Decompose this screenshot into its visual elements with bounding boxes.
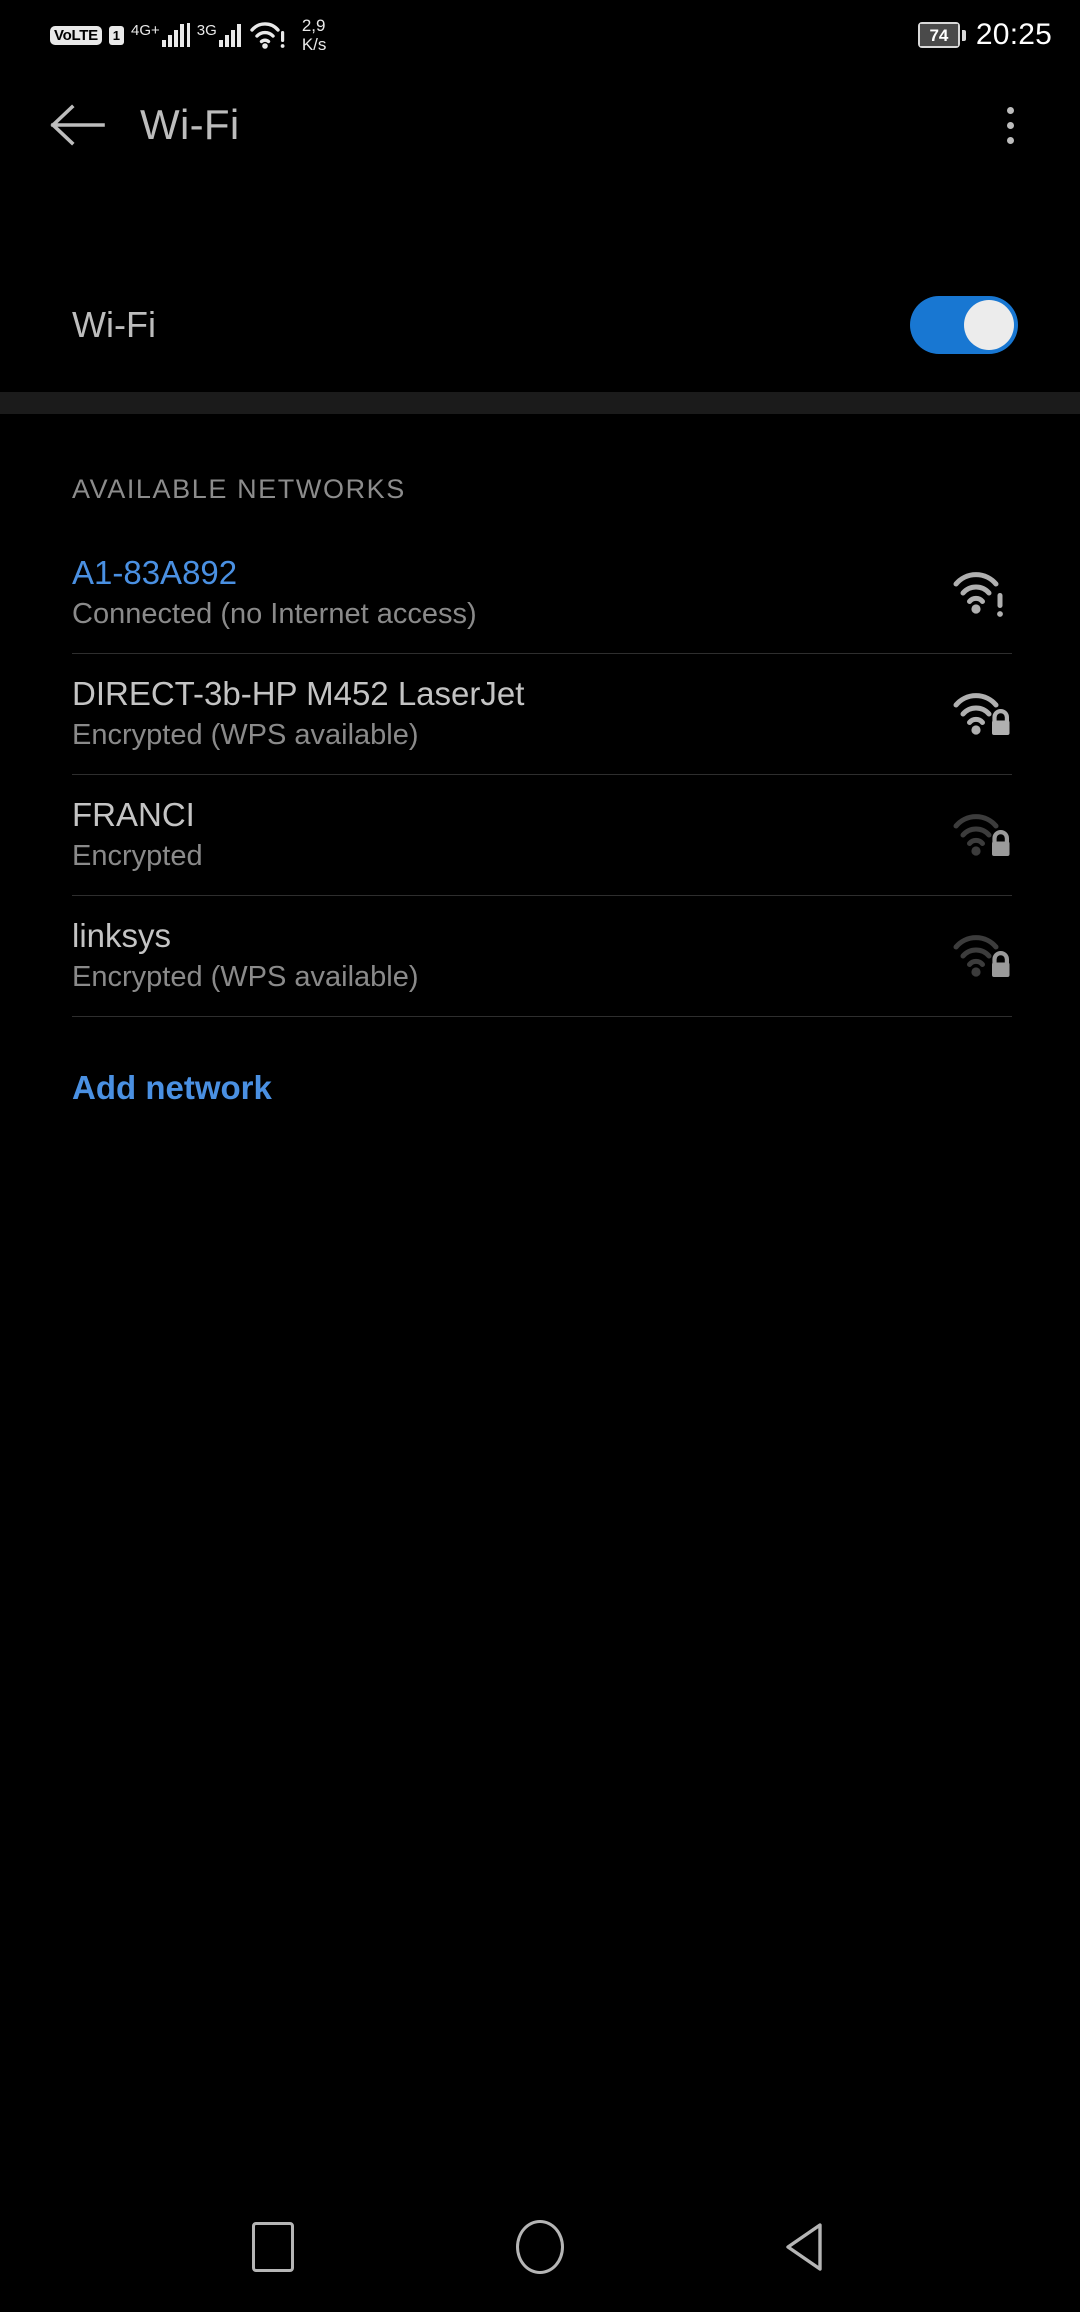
network-row[interactable]: linksys Encrypted (WPS available) <box>0 896 1080 1016</box>
add-network-label: Add network <box>72 1069 272 1106</box>
network-ssid: A1-83A892 <box>72 554 238 592</box>
add-network-row[interactable]: Add network <box>0 1017 1080 1107</box>
circle-icon[interactable] <box>495 2202 585 2292</box>
triangle-left-icon[interactable] <box>762 2202 852 2292</box>
network-ssid: FRANCI <box>72 796 195 834</box>
network-row[interactable]: FRANCI Encrypted <box>0 775 1080 895</box>
battery-body: 74 <box>917 22 960 48</box>
more-vertical-icon[interactable] <box>986 90 1034 160</box>
status-bar-left: VoLTE 1 4G+ 3G 2,9 K/s <box>50 16 326 54</box>
network-type-secondary-label: 3G <box>196 22 217 39</box>
available-networks-list: AVAILABLE NETWORKS A1-83A892 Connected (… <box>0 414 1080 1107</box>
sim-indicator: 1 <box>108 25 125 45</box>
network-status: Encrypted (WPS available) <box>72 961 419 994</box>
wifi-master-toggle-row[interactable]: Wi-Fi <box>0 258 1080 392</box>
navigation-bar <box>0 2182 1080 2312</box>
network-row[interactable]: A1-83A892 Connected (no Internet access) <box>0 533 1080 653</box>
status-bar-right: 74 20:25 <box>917 18 1052 51</box>
battery-cap <box>961 29 966 41</box>
data-rate-label: 2,9 K/s <box>301 16 327 54</box>
network-ssid: linksys <box>72 917 172 955</box>
network-status: Encrypted (WPS available) <box>72 719 419 752</box>
section-separator <box>0 392 1080 414</box>
network-ssid: DIRECT-3b-HP M452 LaserJet <box>72 675 525 713</box>
network-text: linksys Encrypted (WPS available) <box>72 917 419 994</box>
wifi-signal-alert-icon <box>952 561 1016 625</box>
signal-3g: 3G <box>197 23 241 47</box>
network-status: Encrypted <box>72 840 203 873</box>
network-text: FRANCI Encrypted <box>72 796 203 873</box>
wifi-signal-lock-icon <box>952 924 1016 988</box>
arrow-left-icon[interactable] <box>30 104 126 146</box>
signal-bars-secondary <box>218 23 241 47</box>
network-text: A1-83A892 Connected (no Internet access) <box>72 554 477 631</box>
signal-4g-plus: 4G+ <box>131 23 190 47</box>
clock-label: 20:25 <box>975 18 1052 51</box>
wifi-signal-lock-icon <box>952 803 1016 867</box>
signal-divider <box>186 23 190 47</box>
app-bar: Wi-Fi <box>0 70 1080 180</box>
status-bar: VoLTE 1 4G+ 3G 2,9 K/s 74 20:25 <box>0 0 1080 70</box>
volte-badge: VoLTE <box>50 25 102 45</box>
toggle-knob <box>964 300 1014 350</box>
network-text: DIRECT-3b-HP M452 LaserJet Encrypted (WP… <box>72 675 525 752</box>
network-type-primary-label: 4G+ <box>131 22 160 39</box>
battery-level-label: 74 <box>919 24 958 46</box>
signal-bars-primary <box>161 23 184 47</box>
square-icon[interactable] <box>228 2202 318 2292</box>
wifi-alert-icon <box>250 20 288 50</box>
section-header-available-networks: AVAILABLE NETWORKS <box>72 474 406 504</box>
network-row[interactable]: DIRECT-3b-HP M452 LaserJet Encrypted (WP… <box>0 654 1080 774</box>
page-title: Wi-Fi <box>140 101 240 148</box>
wifi-toggle-label: Wi-Fi <box>72 304 156 345</box>
wifi-signal-lock-icon <box>952 682 1016 746</box>
wifi-toggle-switch[interactable] <box>910 296 1018 354</box>
network-status: Connected (no Internet access) <box>72 598 477 631</box>
battery-indicator: 74 <box>917 22 966 48</box>
